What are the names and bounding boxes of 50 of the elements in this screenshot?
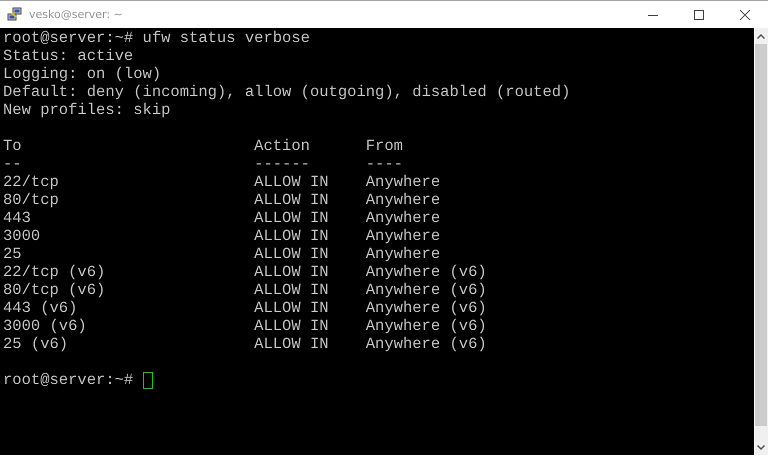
table-cell-text: ALLOW IN <box>254 209 330 227</box>
table-cell-text: 22/tcp (v6) <box>3 263 106 281</box>
table-cell-text: 443 <box>3 209 32 227</box>
table-cell-text: Anywhere <box>366 245 442 263</box>
terminal-line: New profiles: skip <box>3 101 172 119</box>
table-cell-text: 443 (v6) <box>3 299 78 317</box>
table-cell-text: ALLOW IN <box>254 227 330 245</box>
table-cell-text: ALLOW IN <box>254 335 330 353</box>
table-cell-text: Anywhere <box>366 191 442 209</box>
table-cell-text: -- <box>3 155 23 173</box>
table-cell: Anywhere (v6) <box>366 281 487 299</box>
prompt-text: root@server:~# <box>3 371 134 389</box>
table-cell-text: ALLOW IN <box>254 317 330 335</box>
table-cell-text: 3000 (v6) <box>3 317 88 335</box>
terminal-line: Default: deny (incoming), allow (outgoing), disabled (routed) <box>3 83 572 101</box>
table-cell-text: ALLOW IN <box>254 173 330 191</box>
table-cell: Anywhere (v6) <box>366 299 487 317</box>
table-cell-text: ALLOW IN <box>254 245 330 263</box>
table-cell-text: Anywhere <box>366 227 442 245</box>
terminal-line: Status: active <box>3 47 134 65</box>
terminal-line: root@server:~# ufw status verbose <box>3 29 311 47</box>
table-cell-text: From <box>366 137 404 155</box>
table-cell-text: Anywhere <box>366 173 442 191</box>
table-cell-text: ---- <box>366 155 404 173</box>
table-cell: Anywhere (v6) <box>366 317 487 335</box>
table-cell-text: 25 (v6) <box>3 335 70 353</box>
close-icon[interactable] <box>740 10 750 20</box>
table-cell-text: ALLOW IN <box>254 263 330 281</box>
table-cell: Anywhere (v6) <box>366 263 487 281</box>
table-cell-text: 80/tcp (v6) <box>3 281 106 299</box>
table-cell-text: 3000 <box>3 227 42 245</box>
scroll-down-icon[interactable] <box>757 444 765 450</box>
table-cell-text: ALLOW IN <box>254 191 330 209</box>
scroll-up-icon[interactable] <box>757 34 765 38</box>
scrollbar-thumb[interactable] <box>755 44 767 426</box>
maximize-icon[interactable] <box>694 10 704 20</box>
table-cell: Anywhere (v6) <box>366 335 487 353</box>
table-cell-text: 22/tcp <box>3 173 60 191</box>
table-cell-text: To <box>3 137 23 155</box>
table-cell-text: 80/tcp <box>3 191 60 209</box>
terminal-line: Logging: on (low) <box>3 65 162 83</box>
table-cell-text: 25 <box>3 245 23 263</box>
table-cell-text: Action <box>254 137 311 155</box>
window-title: vesko@server: ~ <box>29 8 123 21</box>
table-cell-text: ------ <box>254 155 311 173</box>
computer-icon <box>7 6 23 22</box>
text-cursor <box>142 372 153 388</box>
table-cell-text: ALLOW IN <box>254 281 330 299</box>
table-cell-text: ALLOW IN <box>254 299 330 317</box>
table-cell-text: Anywhere <box>366 209 442 227</box>
